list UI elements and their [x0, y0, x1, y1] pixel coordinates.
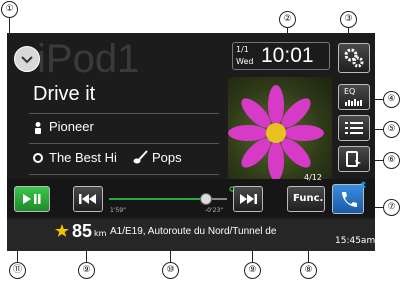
source-watermark: iPod1 — [37, 37, 140, 81]
function-button[interactable]: Func. — [287, 186, 325, 212]
album-art — [228, 77, 332, 181]
callout-9-left: ⑨ — [78, 262, 95, 279]
callout-6: ⑥ — [383, 152, 400, 169]
device-icon — [346, 151, 361, 167]
seek-bar[interactable] — [109, 193, 227, 205]
status-clock: 15:45am — [335, 236, 375, 246]
guitar-icon — [133, 150, 148, 164]
callout-10: ⑩ — [162, 262, 179, 279]
eq-bars-icon — [345, 99, 362, 106]
callout-2: ② — [279, 11, 296, 28]
device-button[interactable] — [338, 146, 370, 172]
callout-11: ⑪ — [9, 262, 26, 279]
phone-icon — [342, 192, 357, 207]
head-unit-screen: iPod1 Drive it Pioneer The Best Hi Pops … — [7, 33, 375, 251]
person-icon — [35, 122, 41, 134]
play-pause-button[interactable] — [14, 186, 50, 212]
divider — [29, 113, 219, 114]
chevron-down-icon — [21, 56, 33, 64]
road-name: A1/E19, Autoroute du Nord/Tunnel de — [110, 226, 277, 237]
divider — [29, 174, 219, 175]
settings-gears-icon — [344, 48, 364, 68]
seek-handle[interactable] — [199, 193, 212, 205]
callout-3: ③ — [340, 11, 357, 28]
date-top: 1/1 — [236, 45, 249, 54]
function-label: Func. — [293, 193, 324, 204]
list-button[interactable] — [338, 115, 370, 141]
track-number: 4/12 — [304, 173, 322, 182]
callout-7: ⑦ — [383, 199, 400, 216]
callout-5: ⑤ — [383, 121, 400, 138]
clock-display[interactable]: 1/1 Wed 10:01 — [232, 42, 330, 70]
track-album: The Best Hi — [49, 150, 117, 165]
callout-4: ④ — [383, 91, 400, 108]
track-artist: Pioneer — [49, 119, 94, 134]
collapse-button[interactable] — [14, 46, 40, 72]
play-pause-icon — [23, 194, 41, 204]
odometer-unit: km — [94, 229, 107, 238]
eq-label: EQ — [344, 87, 356, 96]
disc-icon — [33, 153, 43, 163]
clock-time: 10:01 — [261, 44, 314, 67]
track-genre: Pops — [152, 150, 182, 165]
next-track-icon — [240, 194, 257, 204]
settings-button[interactable] — [338, 43, 370, 73]
eq-button[interactable]: EQ — [338, 84, 370, 110]
elapsed-time: 1'59" — [110, 207, 126, 214]
date-day: Wed — [236, 57, 254, 66]
star-icon — [55, 224, 69, 237]
seek-fill — [109, 198, 206, 200]
previous-track-button[interactable] — [73, 186, 103, 212]
next-track-button[interactable] — [233, 186, 263, 212]
odometer-value: 85 — [72, 221, 93, 241]
callout-8: ⑧ — [300, 262, 317, 279]
previous-track-icon — [79, 194, 96, 204]
list-icon — [345, 122, 363, 134]
bluetooth-icon — [360, 181, 366, 189]
divider — [29, 143, 219, 144]
callout-9-right: ⑨ — [244, 262, 261, 279]
callout-1: ① — [1, 1, 18, 18]
track-title: Drive it — [33, 83, 96, 105]
remaining-time: -0'23" — [205, 207, 224, 214]
